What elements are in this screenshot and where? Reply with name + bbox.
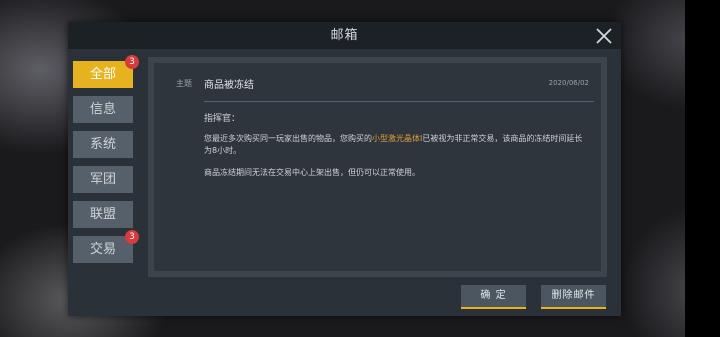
item-name: 小型激光晶体Ⅰ: [372, 134, 423, 143]
tab-trade[interactable]: 交易 3: [73, 230, 139, 263]
tab-all[interactable]: 全部 3: [73, 55, 139, 88]
mail-date: 2020/06/02: [548, 79, 589, 87]
tab-legion[interactable]: 军团: [73, 166, 133, 193]
subject-label: 主题: [176, 79, 192, 88]
tab-label: 军团: [89, 172, 116, 187]
mail-body-paragraph: 您最近多次购买同一玩家出售的物品，您购买的小型激光晶体Ⅰ已被视为非正常交易，该商…: [204, 133, 589, 157]
tab-info[interactable]: 信息: [73, 96, 133, 123]
unread-badge: 3: [125, 55, 139, 69]
unread-badge: 3: [125, 230, 139, 244]
mail-content: 主题 商品被冻结 2020/06/02 指挥官： 您最近多次购买同一玩家出售的物…: [154, 63, 601, 271]
screen-edge: [685, 0, 720, 337]
window-title: 邮箱: [330, 28, 359, 43]
tab-label: 全部: [89, 67, 116, 82]
delete-mail-button[interactable]: 删除邮件: [541, 285, 606, 309]
tab-label: 信息: [89, 102, 116, 117]
mail-content-frame: 主题 商品被冻结 2020/06/02 指挥官： 您最近多次购买同一玩家出售的物…: [148, 57, 607, 277]
mailbox-window: 邮箱 全部 3 信息 系统 军团 联盟 交易 3 主题 商品被冻结 2020/0…: [68, 22, 621, 316]
close-icon: [596, 28, 612, 44]
tab-alliance[interactable]: 联盟: [73, 201, 133, 228]
divider: [204, 101, 594, 102]
mail-body-line: 商品冻结期间无法在交易中心上架出售，但仍可以正常使用。: [204, 168, 420, 177]
close-button[interactable]: [593, 25, 615, 47]
mail-subject: 商品被冻结: [204, 80, 254, 91]
confirm-button[interactable]: 确 定: [461, 285, 526, 309]
mail-salutation: 指挥官：: [204, 114, 241, 124]
tab-label: 联盟: [89, 207, 116, 222]
tab-system[interactable]: 系统: [73, 131, 133, 158]
title-bar: 邮箱: [68, 22, 621, 49]
tab-label: 系统: [89, 137, 116, 152]
body-text: 您最近多次购买同一玩家出售的物品，您购买的: [204, 134, 372, 143]
tab-label: 交易: [89, 242, 116, 257]
